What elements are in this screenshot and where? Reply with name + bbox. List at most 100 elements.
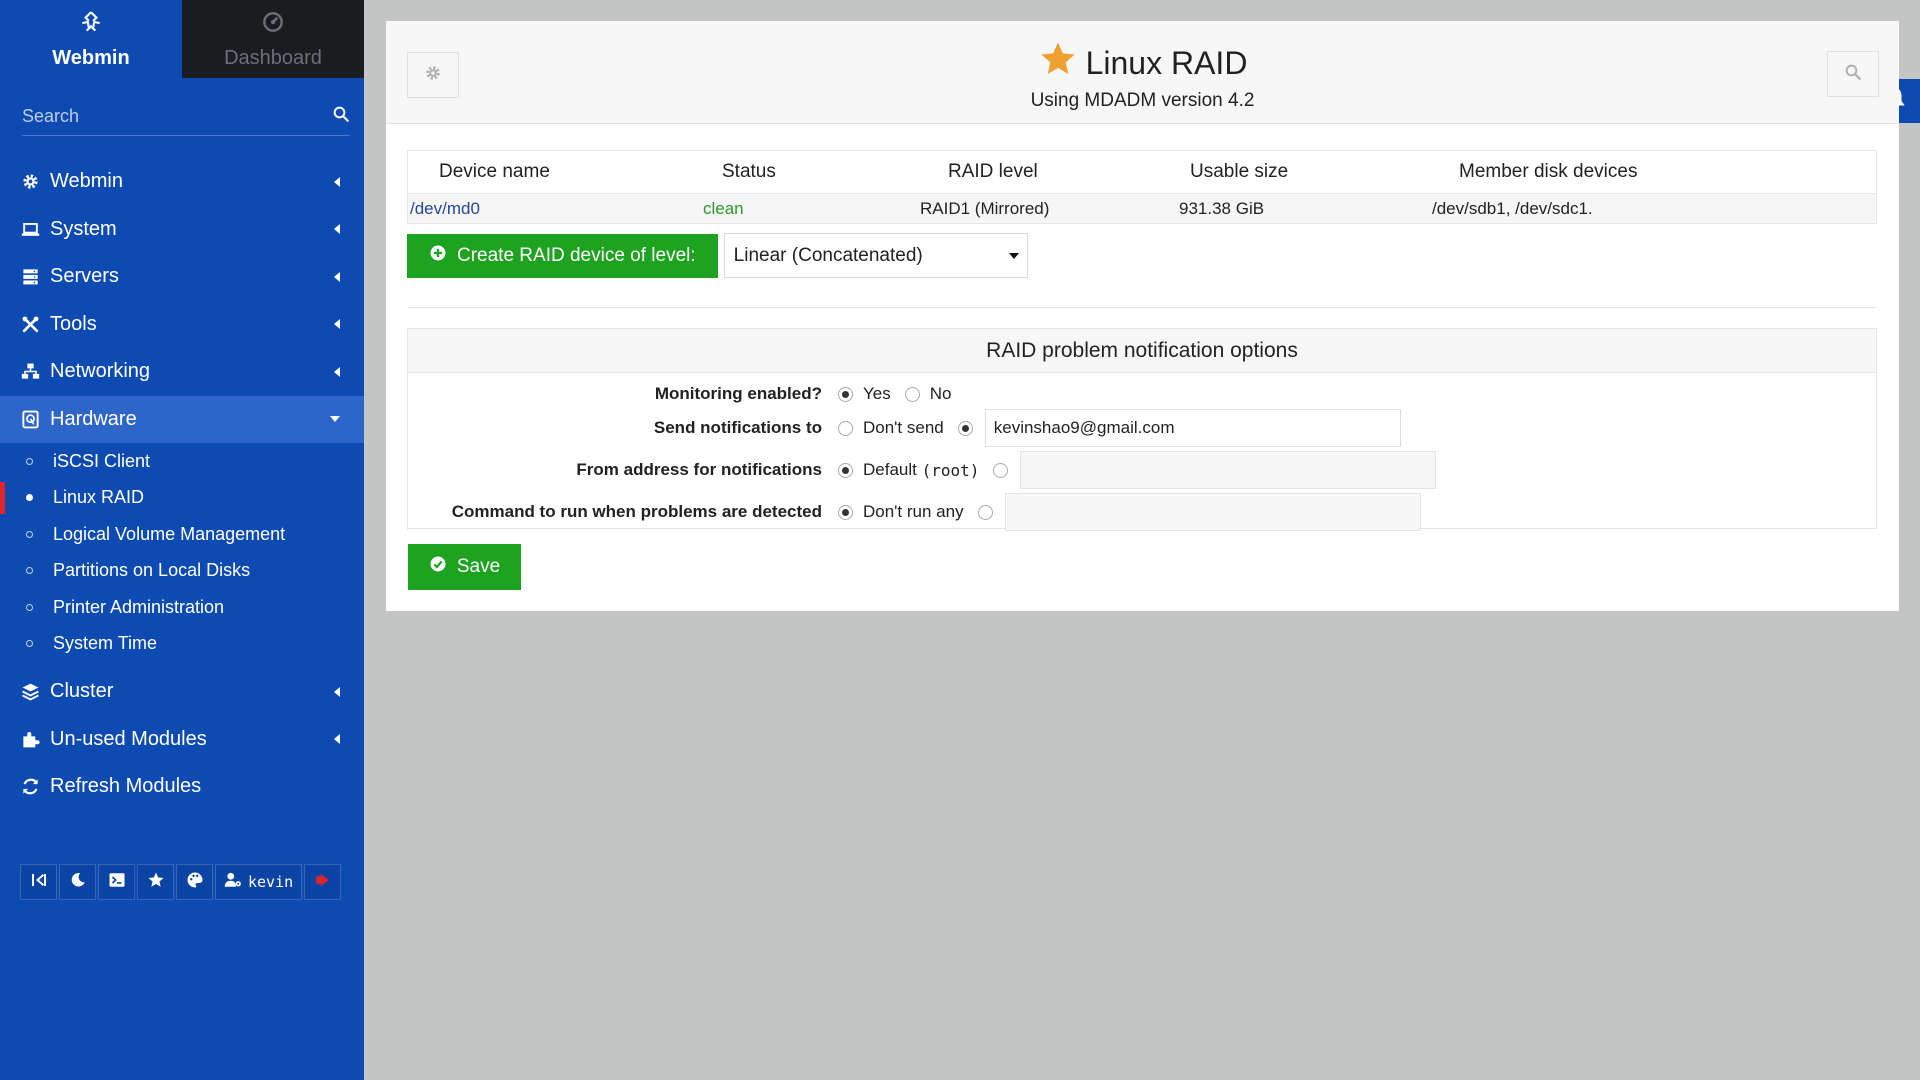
bullet-icon — [26, 640, 33, 648]
device-name-link[interactable]: /dev/md0 — [408, 199, 698, 219]
send-email-radio[interactable] — [957, 420, 973, 436]
sidebar-search-input[interactable] — [22, 106, 302, 127]
sidebar-top-tabs: Webmin Dashboard — [0, 0, 364, 78]
sidebar-item-lvm[interactable]: Logical Volume Management — [0, 516, 364, 553]
sidebar-item-servers[interactable]: Servers — [0, 253, 364, 301]
dont-run-option[interactable]: Don't run any — [838, 502, 964, 522]
logout-icon — [314, 871, 332, 893]
sidebar-item-label: Networking — [50, 360, 151, 383]
tools-icon — [20, 314, 40, 334]
option-label: No — [929, 384, 952, 403]
refresh-icon — [20, 777, 40, 797]
user-gear-icon — [224, 871, 242, 893]
caret-left-icon — [334, 319, 340, 330]
sidebar-bottom-toolbar: kevin — [20, 864, 342, 900]
raid-level-selected-value: Linear (Concatenated) — [733, 244, 923, 266]
sidebar-item-label: Printer Administration — [53, 596, 225, 617]
hard-drive-icon — [20, 409, 40, 429]
monitoring-row: Monitoring enabled? Yes No — [408, 375, 1876, 413]
sidebar-item-partitions[interactable]: Partitions on Local Disks — [0, 553, 364, 590]
favorites-button[interactable] — [137, 864, 174, 900]
sidebar-item-webmin[interactable]: Webmin — [0, 158, 364, 206]
radio-button[interactable] — [838, 462, 853, 478]
night-mode-button[interactable] — [59, 864, 96, 900]
raid-level-select[interactable]: Linear (Concatenated) — [723, 233, 1028, 278]
search-icon — [1844, 63, 1862, 86]
create-raid-button[interactable]: Create RAID device of level: — [407, 233, 718, 278]
sidebar: Webmin Dashboard Webmin System Servers — [0, 0, 364, 1080]
collapse-sidebar-button[interactable] — [20, 864, 57, 900]
check-circle-icon — [429, 555, 447, 579]
tab-dashboard[interactable]: Dashboard — [182, 0, 364, 78]
radio-button[interactable] — [838, 420, 853, 436]
sidebar-item-unused-modules[interactable]: Un-used Modules — [0, 716, 364, 764]
moon-icon — [69, 871, 87, 893]
page-title-text: Linux RAID — [1085, 44, 1248, 81]
from-default-option[interactable]: Default (root) — [838, 460, 979, 480]
create-raid-button-label: Create RAID device of level: — [457, 244, 696, 266]
sidebar-item-label: Servers — [50, 265, 119, 288]
logout-button[interactable] — [304, 864, 342, 900]
caret-left-icon — [334, 176, 340, 187]
radio-button[interactable] — [838, 386, 853, 402]
network-icon — [20, 362, 40, 382]
caret-left-icon — [334, 686, 340, 697]
column-header: Usable size — [1190, 161, 1289, 182]
email-field[interactable]: kevinshao9@gmail.com — [984, 409, 1401, 447]
sidebar-item-label: Hardware — [50, 407, 137, 430]
puzzle-icon — [20, 729, 40, 749]
sidebar-item-printer-admin[interactable]: Printer Administration — [0, 589, 364, 626]
sidebar-item-tools[interactable]: Tools — [0, 301, 364, 349]
monitoring-label: Monitoring enabled? — [654, 384, 822, 403]
sidebar-item-networking[interactable]: Networking — [0, 348, 364, 396]
module-search-button[interactable] — [1827, 51, 1879, 97]
save-button-label: Save — [456, 556, 501, 577]
sidebar-item-refresh-modules[interactable]: Refresh Modules — [0, 763, 364, 811]
save-button[interactable]: Save — [408, 544, 521, 590]
sidebar-item-label: Linux RAID — [53, 487, 145, 508]
search-icon[interactable] — [332, 105, 350, 128]
column-header: Status — [722, 161, 776, 182]
from-address-label: From address for notifications — [576, 460, 822, 479]
monitoring-yes-option[interactable]: Yes — [838, 384, 891, 404]
sidebar-item-label: System — [50, 217, 117, 240]
command-field[interactable] — [1004, 493, 1421, 531]
tab-webmin[interactable]: Webmin — [0, 0, 182, 78]
monitoring-no-option[interactable]: No — [904, 384, 952, 404]
sidebar-item-system-time[interactable]: System Time — [0, 626, 364, 663]
tab-dashboard-label: Dashboard — [224, 46, 322, 69]
collapse-icon — [30, 871, 48, 893]
sidebar-item-hardware[interactable]: Hardware — [0, 395, 364, 443]
sidebar-item-label: System Time — [53, 633, 158, 654]
from-address-field[interactable] — [1020, 451, 1437, 489]
theme-button[interactable] — [176, 864, 213, 900]
caret-left-icon — [334, 224, 340, 235]
caret-left-icon — [334, 271, 340, 282]
from-custom-radio[interactable] — [993, 462, 1009, 478]
table-row: /dev/md0 clean RAID1 (Mirrored) 931.38 G… — [408, 194, 1876, 223]
star-icon — [147, 871, 165, 893]
sidebar-item-label: Partitions on Local Disks — [53, 560, 251, 581]
favorite-star-icon[interactable] — [1038, 39, 1078, 87]
command-custom-radio[interactable] — [977, 504, 993, 520]
dont-send-option[interactable]: Don't send — [838, 418, 944, 438]
radio-button[interactable] — [904, 386, 920, 402]
sidebar-item-system[interactable]: System — [0, 206, 364, 254]
panel-header: Linux RAID Using MDADM version 4.2 — [386, 21, 1899, 124]
option-label: Don't run any — [863, 502, 964, 521]
sidebar-item-cluster[interactable]: Cluster — [0, 668, 364, 716]
terminal-icon — [108, 871, 126, 893]
command-label: Command to run when problems are detecte… — [451, 502, 822, 521]
page-title-block: Linux RAID Using MDADM version 4.2 — [386, 39, 1899, 112]
terminal-button[interactable] — [98, 864, 135, 900]
page-title: Linux RAID — [1038, 39, 1248, 87]
sidebar-search — [22, 98, 350, 136]
layers-icon — [20, 682, 40, 702]
bullet-icon — [26, 567, 33, 575]
sidebar-item-iscsi-client[interactable]: iSCSI Client — [0, 443, 364, 480]
bullet-icon — [26, 494, 33, 502]
bullet-icon — [26, 530, 33, 538]
sidebar-item-linux-raid[interactable]: Linux RAID — [0, 480, 364, 517]
user-button[interactable]: kevin — [215, 864, 303, 900]
radio-button[interactable] — [838, 504, 853, 520]
